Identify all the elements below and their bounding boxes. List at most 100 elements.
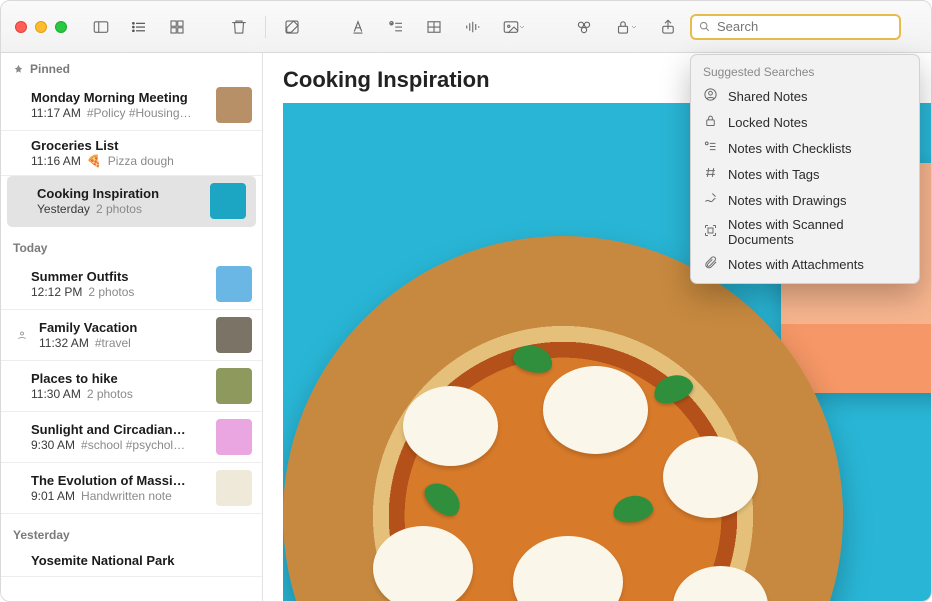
- audio-button[interactable]: [456, 14, 488, 40]
- sidebar-item-time: 11:16 AM: [31, 154, 81, 168]
- paperclip-icon: [703, 255, 718, 273]
- sidebar-item-title: Monday Morning Meeting: [31, 90, 208, 105]
- sidebar-item-time: 11:17 AM: [31, 106, 81, 120]
- search-suggestion-label: Notes with Scanned Documents: [728, 217, 907, 247]
- sidebar-item-time: 11:30 AM: [31, 387, 81, 401]
- window: Pinned Monday Morning Meeting11:17 AM #Po…: [0, 0, 932, 602]
- sidebar-item-time: 12:12 PM: [31, 285, 82, 299]
- search-suggestion-label: Notes with Checklists: [728, 141, 852, 156]
- sidebar-item-title: Places to hike: [31, 371, 208, 386]
- checklist-button[interactable]: [380, 14, 412, 40]
- sidebar-section-pinned: Pinned: [1, 53, 262, 80]
- sidebar-item-subtitle: 11:30 AM 2 photos: [31, 387, 208, 401]
- pin-icon: [13, 64, 24, 75]
- fullscreen-window-icon[interactable]: [55, 21, 67, 33]
- sidebar-item[interactable]: The Evolution of Massi…9:01 AM Handwritte…: [1, 463, 262, 514]
- sidebar-section-label: Pinned: [30, 62, 70, 76]
- sidebar-item-thumb: [216, 317, 252, 353]
- sidebar-item[interactable]: Places to hike11:30 AM 2 photos: [1, 361, 262, 412]
- sidebar-item-title: The Evolution of Massi…: [31, 473, 208, 488]
- toggle-sidebar-button[interactable]: [85, 14, 117, 40]
- sidebar-item-tags: #Policy #Housing…: [87, 106, 192, 120]
- sidebar-item-time: Yesterday: [37, 202, 90, 216]
- sidebar-item-title: Summer Outfits: [31, 269, 208, 284]
- sidebar-item-title: Yosemite National Park: [31, 553, 252, 568]
- sidebar-item-thumb: [216, 470, 252, 506]
- sidebar-item[interactable]: Sunlight and Circadian…9:30 AM#school #p…: [1, 412, 262, 463]
- sidebar-item-title: Cooking Inspiration: [37, 186, 202, 201]
- search-suggestion[interactable]: Notes with Attachments: [691, 251, 919, 277]
- sidebar-item-tags: 2 photos: [96, 202, 142, 216]
- sidebar-item-title: Sunlight and Circadian…: [31, 422, 208, 437]
- view-gallery-button[interactable]: [161, 14, 193, 40]
- sidebar-item[interactable]: Yosemite National Park: [1, 546, 262, 577]
- pencil-draw-icon: [703, 191, 718, 209]
- sidebar-item[interactable]: Cooking InspirationYesterday 2 photos: [7, 176, 256, 227]
- sidebar-section-yesterday: Yesterday: [1, 514, 262, 546]
- delete-button[interactable]: [223, 14, 255, 40]
- lock-button[interactable]: [606, 14, 646, 40]
- sidebar-item-thumb: [216, 419, 252, 455]
- sidebar-item-title: Groceries List: [31, 138, 252, 153]
- search-suggestion[interactable]: Shared Notes: [691, 83, 919, 109]
- search-suggestion[interactable]: Locked Notes: [691, 109, 919, 135]
- sidebar-item-subtitle: 11:16 AM 🍕 Pizza dough: [31, 154, 252, 168]
- sidebar-item-time: 9:30 AM: [31, 438, 75, 452]
- document-scan-icon: [703, 223, 718, 241]
- person-circle-icon: [703, 87, 718, 105]
- shared-icon: [15, 329, 29, 341]
- sidebar-item-tags: Handwritten note: [81, 489, 172, 503]
- sidebar-items: Monday Morning Meeting11:17 AM #Policy #H…: [1, 80, 262, 601]
- sidebar-item-subtitle: 12:12 PM 2 photos: [31, 285, 208, 299]
- search-suggestions-title: Suggested Searches: [691, 61, 919, 83]
- sidebar-item-subtitle: 11:17 AM #Policy #Housing…: [31, 106, 208, 120]
- sidebar-item-thumb: [216, 87, 252, 123]
- table-button[interactable]: [418, 14, 450, 40]
- sidebar-item[interactable]: Monday Morning Meeting11:17 AM #Policy #H…: [1, 80, 262, 131]
- chevron-down-icon: [630, 23, 638, 31]
- sidebar-item-subtitle: 11:32 AM #travel: [39, 336, 208, 350]
- sidebar-item-subtitle: 9:01 AM Handwritten note: [31, 489, 208, 503]
- format-text-button[interactable]: [342, 14, 374, 40]
- sidebar-item-emoji: 🍕: [87, 154, 102, 168]
- sidebar-item-title: Family Vacation: [39, 320, 208, 335]
- toolbar-separator: [265, 16, 266, 38]
- search-suggestion-label: Notes with Attachments: [728, 257, 864, 272]
- sidebar-item[interactable]: Groceries List11:16 AM 🍕 Pizza dough: [1, 131, 262, 176]
- sidebar-item-tags: Pizza dough: [108, 154, 174, 168]
- media-button[interactable]: [494, 14, 534, 40]
- search-suggestion-label: Shared Notes: [728, 89, 808, 104]
- tag-icon: [703, 165, 718, 183]
- search-suggestion[interactable]: Notes with Tags: [691, 161, 919, 187]
- sidebar-item-time: 11:32 AM: [39, 336, 89, 350]
- share-button[interactable]: [652, 14, 684, 40]
- search-suggestion[interactable]: Notes with Scanned Documents: [691, 213, 919, 251]
- close-window-icon[interactable]: [15, 21, 27, 33]
- lock-icon: [703, 113, 718, 131]
- sidebar-section-label: Yesterday: [13, 528, 70, 542]
- search-suggestion[interactable]: Notes with Checklists: [691, 135, 919, 161]
- search-suggestion-label: Locked Notes: [728, 115, 808, 130]
- search-field[interactable]: [690, 14, 901, 40]
- sidebar-item[interactable]: Family Vacation11:32 AM #travel: [1, 310, 262, 361]
- link-note-button[interactable]: [568, 14, 600, 40]
- sidebar-section-today: Today: [1, 227, 262, 259]
- search-suggestion-label: Notes with Drawings: [728, 193, 847, 208]
- sidebar-item-tags: 2 photos: [88, 285, 134, 299]
- sidebar-item[interactable]: Summer Outfits12:12 PM 2 photos: [1, 259, 262, 310]
- compose-button[interactable]: [276, 14, 308, 40]
- search-suggestions-panel: Suggested Searches Shared Notes Locked No…: [690, 54, 920, 284]
- chevron-down-icon: [518, 23, 526, 31]
- search-suggestion[interactable]: Notes with Drawings: [691, 187, 919, 213]
- sidebar-item-thumb: [216, 368, 252, 404]
- view-list-button[interactable]: [123, 14, 155, 40]
- titlebar: [1, 1, 931, 53]
- sidebar-item-time: 9:01 AM: [31, 489, 75, 503]
- search-input[interactable]: [717, 19, 893, 34]
- minimize-window-icon[interactable]: [35, 21, 47, 33]
- traffic-lights: [15, 21, 67, 33]
- sidebar-item-tags: 2 photos: [87, 387, 133, 401]
- sidebar-item-tags: #travel: [95, 336, 131, 350]
- sidebar: Pinned Monday Morning Meeting11:17 AM #Po…: [1, 53, 263, 601]
- search-suggestion-label: Notes with Tags: [728, 167, 820, 182]
